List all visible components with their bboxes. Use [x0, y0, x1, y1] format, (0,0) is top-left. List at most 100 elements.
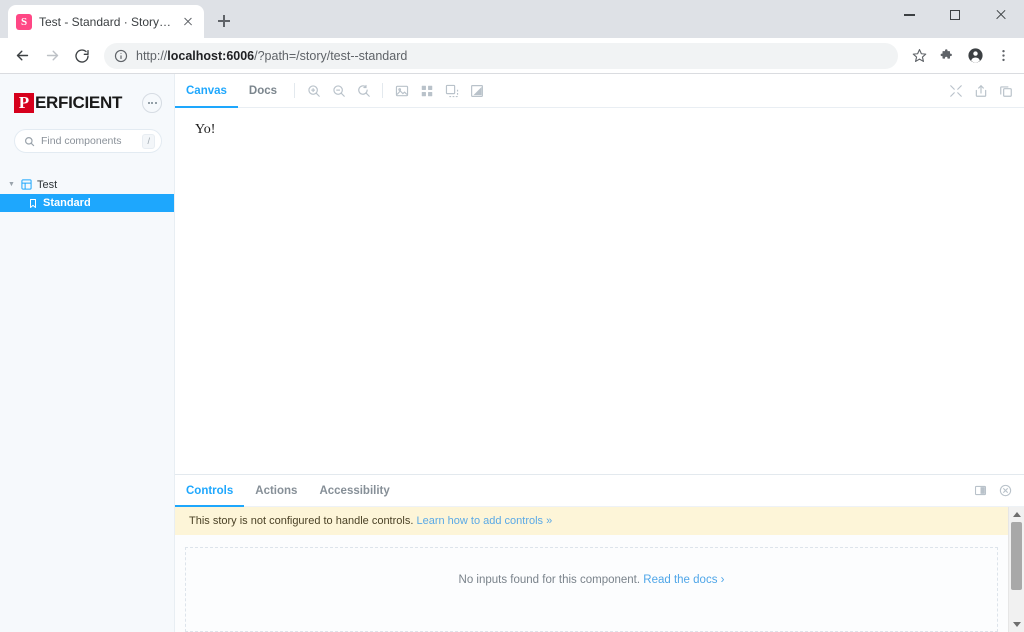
url-text: http://localhost:6006/?path=/story/test-… — [136, 48, 408, 63]
measure-icon — [445, 84, 458, 97]
maximize-icon — [950, 10, 960, 20]
tab-canvas[interactable]: Canvas — [175, 74, 238, 108]
story-tree: ▼ Test Standard — [0, 175, 174, 212]
grid-icon — [421, 85, 432, 96]
fullscreen-button[interactable] — [943, 78, 968, 103]
minimize-button[interactable] — [886, 0, 932, 30]
sidebar-item-standard[interactable]: Standard — [0, 194, 174, 212]
search-shortcut-badge: / — [142, 133, 155, 149]
profile-button[interactable] — [962, 43, 988, 69]
tab-accessibility[interactable]: Accessibility — [308, 475, 400, 507]
maximize-button[interactable] — [932, 0, 978, 30]
dot-icon — [154, 102, 157, 104]
open-new-tab-button[interactable] — [968, 78, 993, 103]
component-grid-icon — [21, 179, 32, 190]
storybook-main: Canvas Docs Yo! Controls Actions Accessi… — [174, 74, 1024, 632]
learn-controls-link[interactable]: Learn how to add controls » — [416, 515, 552, 527]
close-window-button[interactable] — [978, 0, 1024, 30]
outline-button[interactable] — [464, 78, 489, 103]
addons-panel: Controls Actions Accessibility This stor… — [175, 474, 1024, 632]
sidebar-header: P ERFICIENT — [0, 86, 174, 116]
perficient-logo[interactable]: P ERFICIENT — [14, 93, 122, 113]
info-circle-icon — [114, 49, 128, 62]
tab-strip: S Test - Standard · Storybook — [0, 0, 1024, 38]
browser-tab[interactable]: S Test - Standard · Storybook — [8, 5, 204, 38]
controls-empty-box: No inputs found for this component. Read… — [185, 547, 998, 632]
search-icon — [25, 136, 35, 146]
chrome-menu-button[interactable] — [990, 43, 1016, 69]
open-new-tab-icon — [975, 84, 986, 97]
toolbar-separator — [294, 83, 296, 98]
puzzle-piece-icon — [940, 49, 952, 59]
extensions-button[interactable] — [934, 43, 960, 69]
backgrounds-button[interactable] — [389, 78, 414, 103]
preview-toolbar: Canvas Docs — [175, 74, 1024, 108]
new-tab-button[interactable] — [210, 7, 238, 35]
window-controls — [886, 0, 1024, 30]
sidebar-item-label: Test — [37, 178, 58, 191]
tab-actions[interactable]: Actions — [244, 475, 308, 507]
forward-button[interactable] — [38, 42, 66, 70]
panel-position-icon — [974, 485, 987, 496]
empty-message: No inputs found for this component. Read… — [459, 574, 725, 586]
arrow-up-icon — [1012, 512, 1021, 517]
grid-button[interactable] — [414, 78, 439, 103]
dot-icon — [151, 102, 153, 104]
fullscreen-icon — [949, 84, 962, 97]
forward-arrow-icon — [46, 50, 58, 61]
sidebar-item-label: Standard — [43, 197, 91, 209]
reload-button[interactable] — [68, 42, 96, 70]
copy-link-button[interactable] — [993, 78, 1018, 103]
three-dot-menu-icon — [1001, 49, 1005, 62]
tab-docs[interactable]: Docs — [238, 74, 288, 108]
star-icon — [912, 49, 926, 62]
story-canvas: Yo! — [175, 108, 1024, 474]
zoom-in-button[interactable] — [301, 78, 326, 103]
storybook-app: P ERFICIENT Find components / ▼ Test Sta… — [0, 74, 1024, 632]
url-host: localhost:6006 — [167, 48, 255, 63]
arrow-down-icon — [1012, 622, 1021, 627]
search-placeholder: Find components — [41, 135, 122, 147]
controls-content: This story is not configured to handle c… — [175, 507, 1008, 632]
storybook-favicon-icon: S — [16, 13, 32, 30]
zoom-reset-icon — [357, 84, 370, 97]
sidebar-item-test[interactable]: ▼ Test — [0, 175, 174, 194]
zoom-out-button[interactable] — [326, 78, 351, 103]
close-panel-icon — [999, 484, 1012, 497]
chevron-down-icon: ▼ — [8, 181, 15, 188]
copy-link-icon — [999, 85, 1012, 97]
back-button[interactable] — [8, 42, 36, 70]
sidebar-menu-button[interactable] — [142, 93, 162, 113]
close-tab-icon[interactable] — [180, 14, 196, 30]
warning-text: This story is not configured to handle c… — [189, 515, 414, 527]
scroll-up-button[interactable] — [1009, 507, 1024, 522]
storybook-sidebar: P ERFICIENT Find components / ▼ Test Sta… — [0, 74, 174, 632]
panel-position-button[interactable] — [968, 478, 993, 503]
outline-icon — [470, 84, 483, 97]
dot-icon — [147, 102, 150, 104]
tab-controls[interactable]: Controls — [175, 475, 245, 507]
scrollbar-thumb[interactable] — [1011, 522, 1022, 591]
zoom-reset-button[interactable] — [351, 78, 376, 103]
minimize-icon — [903, 14, 915, 16]
bookmark-icon — [30, 198, 36, 208]
empty-text: No inputs found for this component. — [458, 574, 641, 586]
scroll-down-button[interactable] — [1009, 617, 1024, 632]
search-input[interactable]: Find components / — [14, 129, 162, 153]
avatar-icon — [967, 48, 983, 63]
panel-scrollbar[interactable] — [1008, 507, 1024, 632]
logo-text: ERFICIENT — [35, 93, 123, 112]
browser-window: S Test - Standard · Storybook http://loc… — [0, 0, 1024, 632]
controls-warning-banner: This story is not configured to handle c… — [175, 507, 1008, 535]
scrollbar-track[interactable] — [1009, 522, 1024, 617]
measure-button[interactable] — [439, 78, 464, 103]
close-icon — [995, 9, 1007, 21]
bookmark-button[interactable] — [906, 43, 932, 69]
reload-icon — [75, 48, 89, 63]
zoom-out-icon — [332, 84, 345, 97]
zoom-in-icon — [307, 84, 320, 97]
address-bar[interactable]: http://localhost:6006/?path=/story/test-… — [104, 42, 898, 69]
read-docs-link[interactable]: Read the docs › — [643, 574, 724, 586]
close-panel-button[interactable] — [993, 478, 1018, 503]
browser-toolbar: http://localhost:6006/?path=/story/test-… — [0, 38, 1024, 74]
